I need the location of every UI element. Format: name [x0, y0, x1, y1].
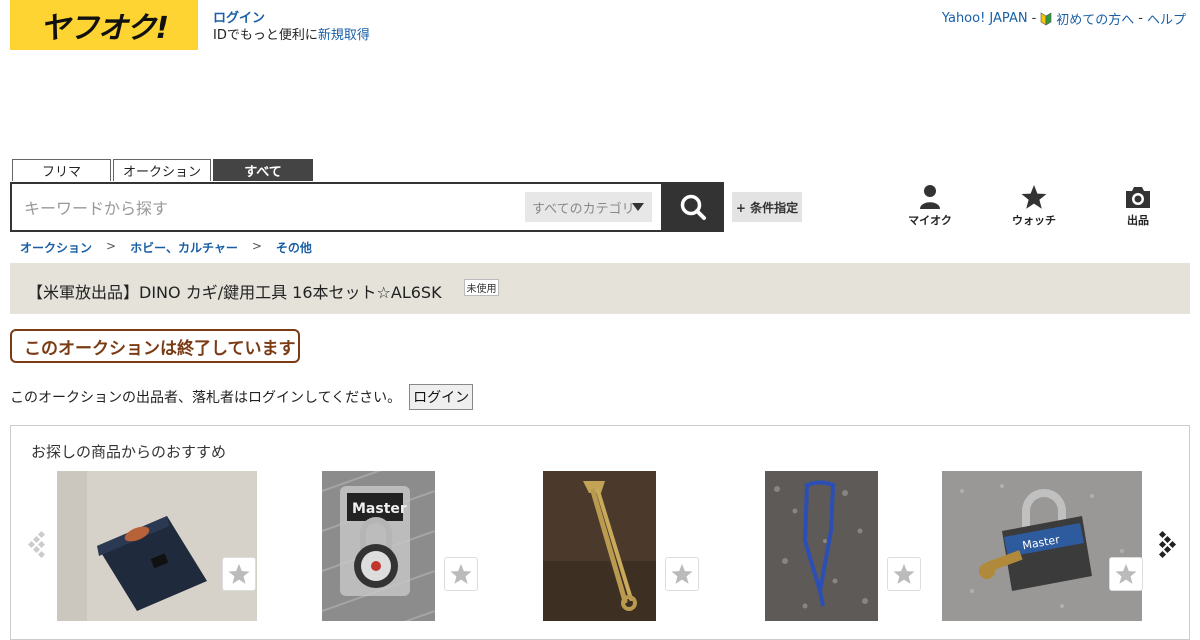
auction-ended-notice: このオークションは終了しています — [10, 329, 300, 363]
my-auction-label: マイオク — [908, 214, 952, 227]
beginner-mark-icon — [1040, 11, 1052, 26]
search-tabs: フリマ オークション すべて — [12, 159, 313, 181]
help-link[interactable]: ヘルプ — [1147, 9, 1186, 28]
search-icon — [680, 194, 706, 220]
breadcrumb-separator: > — [106, 239, 117, 253]
login-prompt: このオークションの出品者、落札者はログインしてください。 ログイン — [10, 384, 474, 410]
breadcrumb: オークション > ホビー、カルチャー > その他 — [20, 239, 312, 256]
item-title: 【米軍放出品】DINO カギ/鍵用工具 16本セット☆AL6SK — [27, 283, 442, 302]
carousel-next-button[interactable] — [1157, 530, 1179, 564]
star-icon — [228, 563, 250, 584]
condition-button[interactable]: + 条件指定 — [732, 192, 802, 222]
sell-link[interactable]: 出品 — [1098, 184, 1178, 228]
yahuoku-logo[interactable]: ヤフオク! — [10, 0, 198, 50]
star-icon — [1021, 185, 1047, 209]
reco-item-image[interactable] — [543, 471, 656, 621]
chevron-down-icon — [632, 203, 644, 211]
recommendations-title: お探しの商品からのおすすめ — [31, 443, 227, 461]
login-block: ログイン IDでもっと便利に新規取得 — [213, 10, 370, 44]
star-icon — [1115, 563, 1137, 584]
search-bar: すべてのカテゴリ — [10, 182, 724, 232]
star-icon — [450, 563, 472, 584]
reco-item-image[interactable]: Master — [322, 471, 435, 621]
tab-auction[interactable]: オークション — [113, 159, 211, 181]
breadcrumb-auction[interactable]: オークション — [20, 239, 92, 256]
login-link[interactable]: ログイン — [213, 10, 370, 27]
logo-text: ヤフオク! — [39, 11, 169, 46]
search-button[interactable] — [662, 182, 724, 232]
top-right-links: Yahoo! JAPAN - 初めての方へ - ヘルプ — [942, 9, 1186, 28]
login-button[interactable]: ログイン — [409, 384, 474, 410]
separator: - — [1031, 11, 1037, 26]
tab-all[interactable]: すべて — [213, 159, 313, 181]
search-input[interactable] — [22, 194, 516, 222]
watch-star-button[interactable] — [1109, 557, 1143, 591]
chevron-right-icon — [1158, 530, 1177, 559]
star-icon — [671, 563, 693, 584]
category-select-label: すべてのカテゴリ — [532, 201, 635, 217]
id-prefix-text: IDでもっと便利に — [213, 28, 318, 43]
watch-label: ウォッチ — [1012, 214, 1056, 227]
star-icon — [893, 563, 915, 584]
search-box: すべてのカテゴリ — [10, 182, 663, 232]
breadcrumb-other[interactable]: その他 — [276, 239, 312, 256]
watch-star-button[interactable] — [222, 557, 256, 591]
watch-star-button[interactable] — [665, 557, 699, 591]
reco-item-image[interactable] — [765, 471, 878, 621]
login-prompt-text: このオークションの出品者、落札者はログインしてください。 — [10, 390, 402, 406]
reco-item-image[interactable] — [57, 471, 257, 621]
carousel-prev-button[interactable] — [25, 530, 47, 564]
recommendations-panel: お探しの商品からのおすすめ Master Master — [10, 425, 1190, 640]
breadcrumb-separator: > — [251, 239, 262, 253]
yahoo-japan-link[interactable]: Yahoo! JAPAN — [942, 11, 1028, 26]
item-title-bar: 【米軍放出品】DINO カギ/鍵用工具 16本セット☆AL6SK 未使用 — [10, 263, 1190, 314]
sell-label: 出品 — [1127, 214, 1149, 227]
reco-item-image[interactable]: Master — [942, 471, 1142, 621]
camera-icon — [1126, 187, 1150, 208]
beginners-link[interactable]: 初めての方へ — [1056, 9, 1134, 28]
quick-icons: マイオク ウォッチ 出品 — [890, 184, 1180, 230]
my-auction-link[interactable]: マイオク — [890, 184, 970, 228]
watch-star-button[interactable] — [444, 557, 478, 591]
signup-link[interactable]: 新規取得 — [318, 28, 370, 43]
person-icon — [920, 185, 940, 209]
chevron-left-icon — [27, 530, 46, 559]
tab-flea-market[interactable]: フリマ — [12, 159, 111, 181]
watch-list-link[interactable]: ウォッチ — [994, 184, 1074, 228]
breadcrumb-hobby-culture[interactable]: ホビー、カルチャー — [130, 239, 238, 256]
svg-text:Master: Master — [352, 501, 407, 517]
condition-badge: 未使用 — [464, 279, 499, 296]
separator: - — [1138, 11, 1143, 26]
category-select[interactable]: すべてのカテゴリ — [525, 192, 652, 222]
watch-star-button[interactable] — [887, 557, 921, 591]
